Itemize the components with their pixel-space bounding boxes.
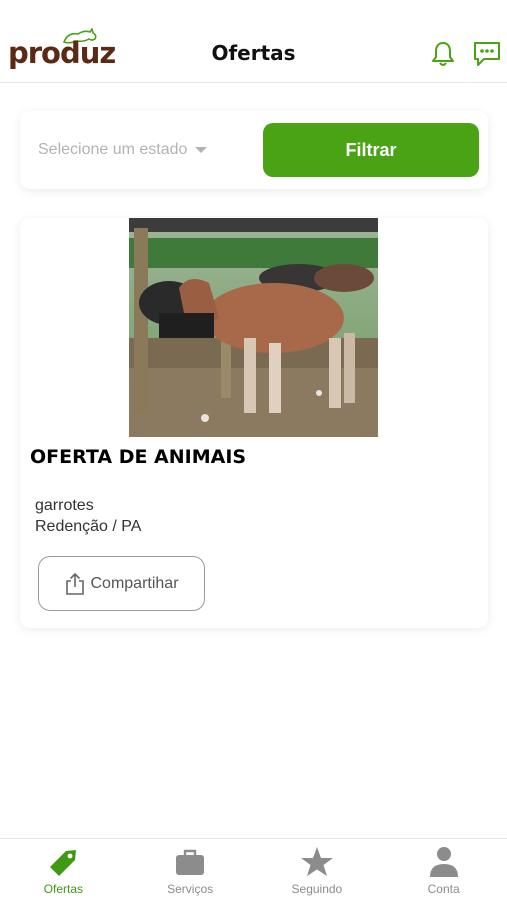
star-icon <box>300 847 333 876</box>
nav-label-conta: Conta <box>427 882 460 896</box>
briefcase-icon <box>176 849 205 875</box>
filter-button[interactable]: Filtrar <box>263 123 479 177</box>
state-select-placeholder: Selecione um estado <box>38 141 188 158</box>
filter-card: Selecione um estado Filtrar <box>20 111 488 189</box>
bottom-nav: Ofertas Serviços Seguindo Conta <box>0 838 507 900</box>
offer-photo[interactable] <box>129 218 378 437</box>
offer-description: garrotes <box>35 497 94 514</box>
tag-icon <box>50 850 77 876</box>
offer-card[interactable]: OFERTA DE ANIMAIS garrotes Redenção / PA… <box>20 218 488 628</box>
nav-item-servicos[interactable]: Serviços <box>127 839 254 900</box>
offer-title: OFERTA DE ANIMAIS <box>30 446 247 468</box>
share-button[interactable]: Compartihar <box>38 556 205 611</box>
nav-label-seguindo: Seguindo <box>291 882 343 896</box>
caret-down-icon <box>195 147 208 153</box>
nav-label-servicos: Serviços <box>167 882 214 896</box>
app-header: produz Ofertas <box>0 0 507 83</box>
chat-icon[interactable] <box>472 40 502 68</box>
share-button-label: Compartihar <box>90 574 179 592</box>
nav-label-ofertas: Ofertas <box>43 882 84 896</box>
nav-item-seguindo[interactable]: Seguindo <box>254 839 381 900</box>
offer-location: Redenção / PA <box>35 518 142 535</box>
nav-item-conta[interactable]: Conta <box>380 839 507 900</box>
person-icon <box>429 847 458 877</box>
nav-item-ofertas[interactable]: Ofertas <box>0 839 127 900</box>
state-select[interactable]: Selecione um estado <box>38 135 258 165</box>
cattle-photo-illustration <box>129 218 378 437</box>
bell-icon[interactable] <box>430 40 456 68</box>
share-icon <box>66 572 85 595</box>
